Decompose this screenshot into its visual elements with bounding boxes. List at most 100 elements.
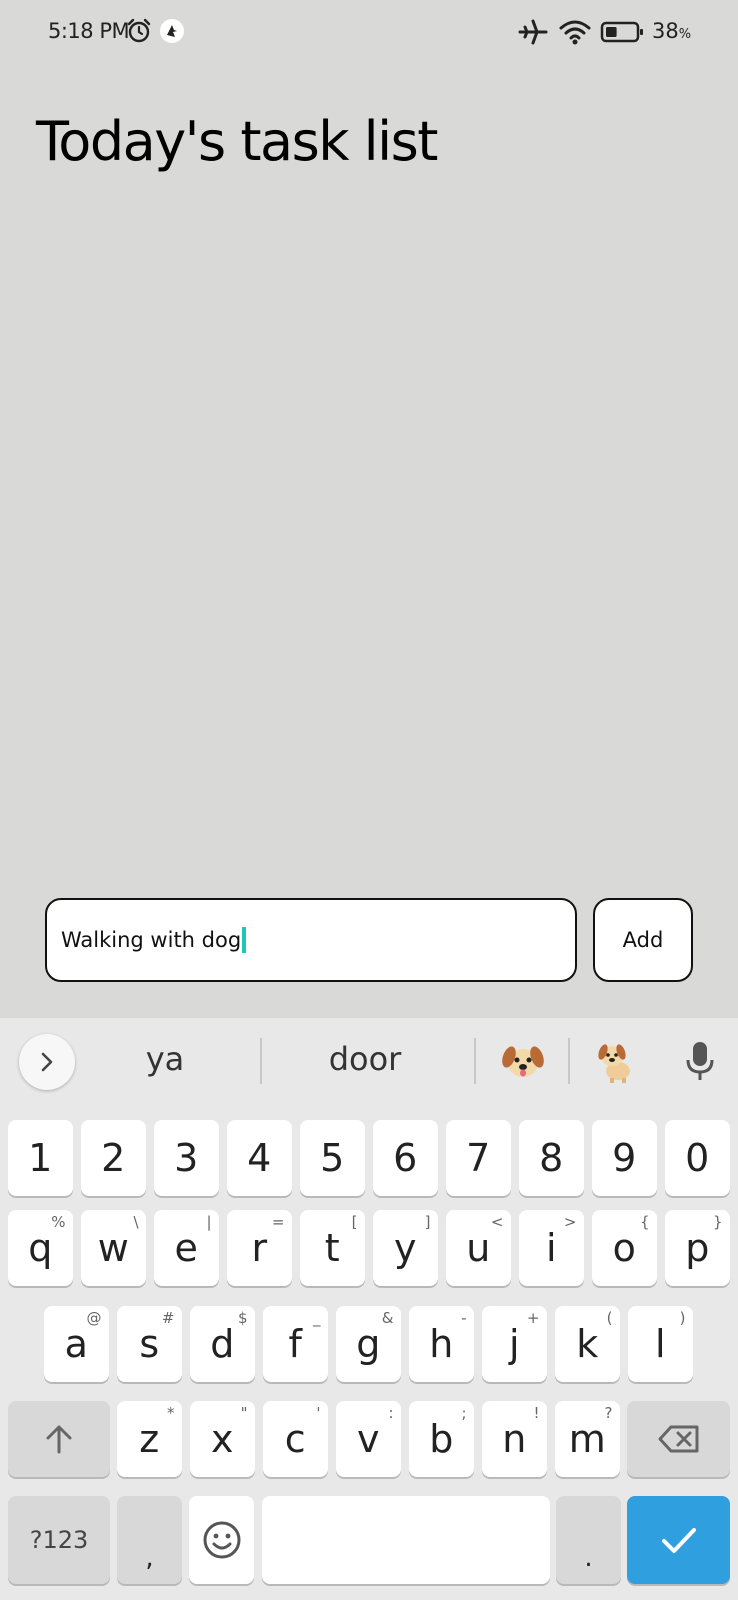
key-1[interactable]: 1 (8, 1120, 73, 1196)
key-u[interactable]: < u (446, 1210, 511, 1286)
key-3[interactable]: 3 (154, 1120, 219, 1196)
shift-arrow-icon (46, 1425, 72, 1454)
add-button-label: Add (622, 928, 664, 952)
key-alt-symbol: % (51, 1213, 66, 1231)
task-input[interactable]: Walking with dog (45, 898, 577, 982)
symbols-key[interactable]: ?123 (8, 1496, 110, 1584)
key-alt-symbol: : (388, 1404, 394, 1422)
key-alt-symbol: & (381, 1309, 394, 1327)
key-s[interactable]: # s (117, 1306, 182, 1382)
key-label: k (576, 1322, 599, 1366)
key-i[interactable]: > i (519, 1210, 584, 1286)
space-key[interactable] (262, 1496, 550, 1584)
key-alt-symbol: - (461, 1309, 467, 1327)
suggestion-divider (260, 1038, 262, 1084)
period-key[interactable]: . (556, 1496, 621, 1584)
key-label: ?123 (29, 1526, 89, 1554)
key-alt-symbol: < (490, 1213, 504, 1231)
key-alt-symbol: | (206, 1213, 212, 1231)
key-k[interactable]: (k (555, 1306, 620, 1382)
key-d[interactable]: $ d (190, 1306, 255, 1382)
key-label: m (568, 1417, 606, 1461)
comma-key[interactable]: , (117, 1496, 182, 1584)
key-v[interactable]: :v (336, 1401, 401, 1477)
key-label: q (28, 1226, 53, 1270)
suggestion-divider (568, 1038, 570, 1084)
suggestion-2[interactable]: door (310, 1040, 420, 1078)
enter-key[interactable] (627, 1496, 730, 1584)
key-9[interactable]: 9 (592, 1120, 657, 1196)
key-r[interactable]: = r (227, 1210, 292, 1286)
checkmark-icon (661, 1528, 696, 1553)
key-m[interactable]: ? m (555, 1401, 620, 1477)
key-f[interactable]: _ f (263, 1306, 328, 1382)
key-w[interactable]: \ w (81, 1210, 146, 1286)
key-h[interactable]: -h (409, 1306, 474, 1382)
key-alt-symbol: ' (316, 1404, 321, 1422)
key-p[interactable]: } p (665, 1210, 730, 1286)
key-g[interactable]: & g (336, 1306, 401, 1382)
key-label: 7 (466, 1136, 491, 1180)
backspace-key[interactable] (627, 1401, 730, 1477)
key-alt-symbol: { (639, 1213, 650, 1231)
key-label: i (545, 1226, 557, 1270)
key-label: , (145, 1543, 154, 1573)
suggestion-bar: ya door (0, 1018, 738, 1106)
key-6[interactable]: 6 (373, 1120, 438, 1196)
key-z[interactable]: * z (117, 1401, 182, 1477)
key-q[interactable]: % q (8, 1210, 73, 1286)
key-label: c (284, 1417, 306, 1461)
key-o[interactable]: {o (592, 1210, 657, 1286)
key-label: t (324, 1226, 340, 1270)
key-b[interactable]: ; b (409, 1401, 474, 1477)
key-alt-symbol: $ (237, 1309, 248, 1327)
emoji-key[interactable] (189, 1496, 254, 1584)
add-button[interactable]: Add (593, 898, 693, 982)
key-alt-symbol: > (563, 1213, 577, 1231)
key-l[interactable]: ) l (628, 1306, 693, 1382)
key-2[interactable]: 2 (81, 1120, 146, 1196)
key-j[interactable]: + j (482, 1306, 547, 1382)
key-label: o (612, 1226, 636, 1270)
key-5[interactable]: 5 (300, 1120, 365, 1196)
suggestion-divider (474, 1038, 476, 1084)
expand-toolbar-button[interactable] (19, 1034, 75, 1090)
key-n[interactable]: ! n (482, 1401, 547, 1477)
page-title: Today's task list (36, 110, 438, 173)
key-label: n (502, 1417, 527, 1461)
key-label: a (64, 1322, 88, 1366)
task-input-value: Walking with dog (61, 928, 242, 952)
key-0[interactable]: 0 (665, 1120, 730, 1196)
key-label: g (356, 1322, 381, 1366)
key-t[interactable]: [t (300, 1210, 365, 1286)
key-c[interactable]: ' c (263, 1401, 328, 1477)
shift-key[interactable] (8, 1401, 110, 1477)
battery-value: 38 (652, 19, 679, 43)
key-label: 6 (393, 1136, 418, 1180)
key-alt-symbol: = (271, 1213, 285, 1231)
dog-face-emoji[interactable] (500, 1038, 546, 1084)
microphone-icon[interactable] (684, 1038, 716, 1084)
dog-emoji[interactable] (592, 1038, 638, 1084)
airplane-mode-icon (518, 19, 548, 45)
key-a[interactable]: @ a (44, 1306, 109, 1382)
key-label: j (508, 1322, 520, 1366)
key-label: d (210, 1322, 235, 1366)
key-label: 5 (320, 1136, 345, 1180)
battery-icon (600, 21, 643, 43)
key-label: s (139, 1322, 160, 1366)
key-8[interactable]: 8 (519, 1120, 584, 1196)
alarm-icon (127, 18, 151, 43)
key-e[interactable]: | e (154, 1210, 219, 1286)
key-7[interactable]: 7 (446, 1120, 511, 1196)
key-label: h (429, 1322, 454, 1366)
suggestion-1[interactable]: ya (120, 1040, 210, 1078)
key-y[interactable]: ] y (373, 1210, 438, 1286)
wifi-icon (559, 20, 591, 45)
key-label: 1 (28, 1136, 53, 1180)
key-alt-symbol: ; (461, 1404, 467, 1422)
key-x[interactable]: " x (190, 1401, 255, 1477)
key-label: f (288, 1322, 302, 1366)
app-notification-icon (160, 19, 184, 43)
key-4[interactable]: 4 (227, 1120, 292, 1196)
